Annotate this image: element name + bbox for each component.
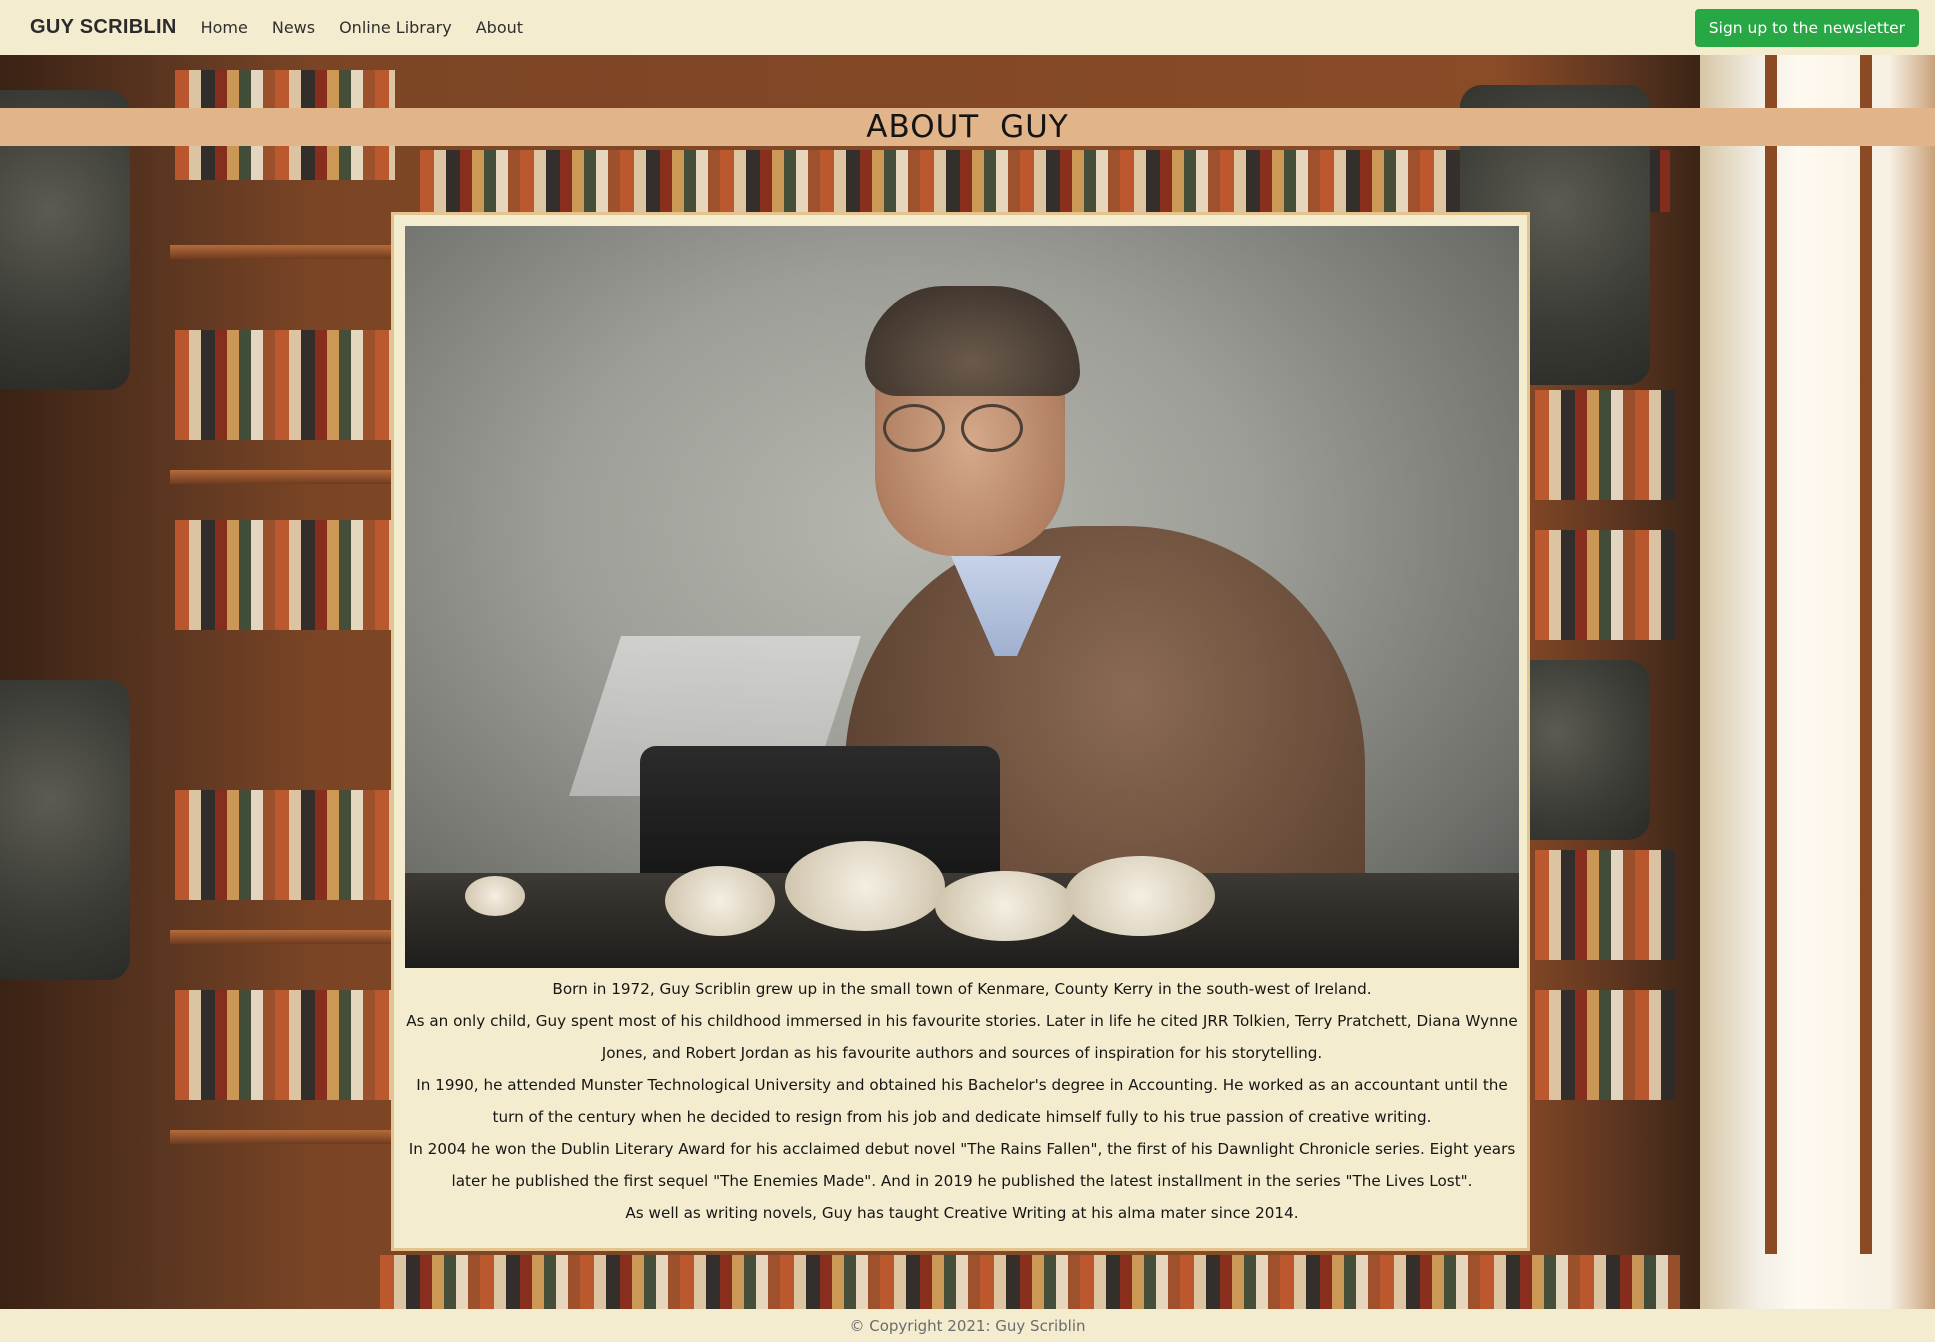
window-frame (1860, 54, 1872, 1254)
bio-paragraph: As well as writing novels, Guy has taugh… (625, 1204, 1299, 1222)
bio-paragraph: Born in 1972, Guy Scriblin grew up in th… (552, 980, 1372, 998)
author-photo (405, 226, 1519, 968)
copyright-text: © Copyright 2021: Guy Scriblin (849, 1316, 1086, 1335)
nav-link-news[interactable]: News (272, 18, 315, 37)
crumpled-paper (935, 871, 1075, 941)
top-navbar: GUY SCRIBLIN Home News Online Library Ab… (0, 0, 1935, 55)
about-card: Born in 1972, Guy Scriblin grew up in th… (391, 212, 1530, 1251)
bookshelf-shelf (170, 1130, 400, 1144)
bookshelf-books (175, 330, 395, 440)
bookshelf-books (1535, 530, 1675, 640)
newsletter-signup-button[interactable]: Sign up to the newsletter (1694, 8, 1919, 47)
bookshelf-books (175, 790, 395, 900)
bookshelf-shelf (170, 930, 400, 944)
bio-paragraph: In 1990, he attended Munster Technologic… (416, 1076, 1508, 1126)
crumpled-paper (1065, 856, 1215, 936)
crumpled-paper (665, 866, 775, 936)
speaker (0, 680, 130, 980)
bookshelf-books (175, 520, 395, 630)
about-heading-band: ABOUT GUY (0, 108, 1935, 146)
bookshelf-shelf (170, 470, 400, 484)
nav-link-online-library[interactable]: Online Library (339, 18, 452, 37)
page-title: ABOUT GUY (866, 109, 1069, 145)
page-footer: © Copyright 2021: Guy Scriblin (0, 1309, 1935, 1342)
crumpled-paper (785, 841, 945, 931)
bookshelf-books (1535, 990, 1675, 1100)
bookshelf-shelf (170, 245, 400, 259)
bio-paragraph: In 2004 he won the Dublin Literary Award… (408, 1140, 1516, 1190)
bio-paragraph: As an only child, Guy spent most of his … (406, 1012, 1518, 1062)
glasses-icon (875, 404, 1035, 454)
nav-link-about[interactable]: About (476, 18, 523, 37)
author-biography: Born in 1972, Guy Scriblin grew up in th… (405, 973, 1519, 1229)
author-hair (865, 286, 1080, 396)
bookshelf-books (1535, 850, 1675, 960)
brand-logo[interactable]: GUY SCRIBLIN (30, 16, 177, 39)
window-frame (1765, 54, 1777, 1254)
bookshelf-books (380, 1255, 1680, 1310)
crumpled-paper (465, 876, 525, 916)
nav-link-home[interactable]: Home (201, 18, 248, 37)
bookshelf-books (175, 990, 395, 1100)
bookshelf-books (1535, 390, 1675, 500)
